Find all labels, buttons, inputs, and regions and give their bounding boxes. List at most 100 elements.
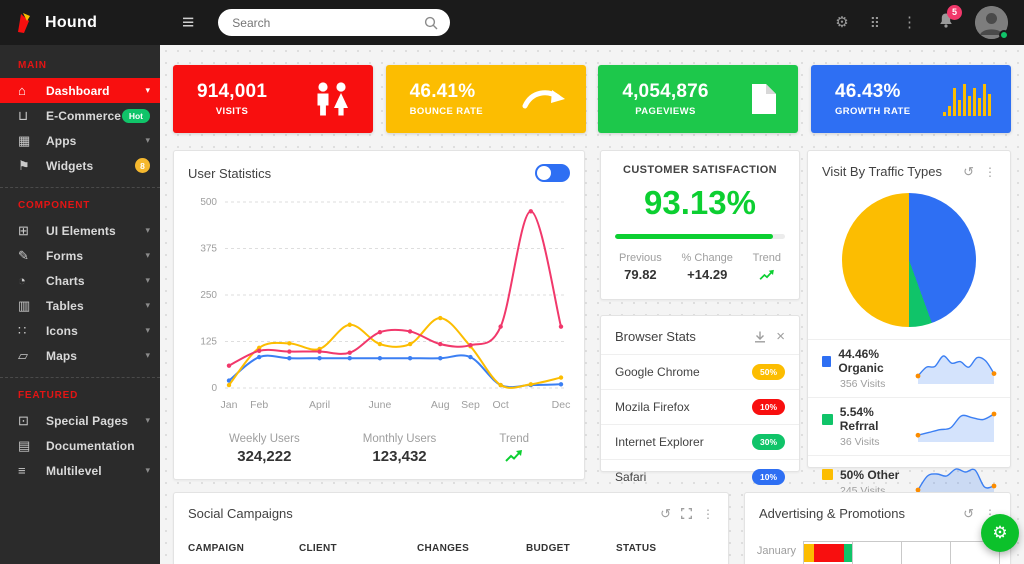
sidebar-item-ecommerce[interactable]: ⊔ E-Commerce Hot (0, 103, 160, 128)
share-badge: 10% (752, 469, 785, 485)
sidebar-item-ui-elements[interactable]: ⊞ UI Elements ▾ (0, 218, 160, 243)
settings-gear-icon[interactable]: ⚙ (835, 15, 848, 30)
levels-icon: ≡ (18, 463, 46, 478)
search-bar[interactable] (218, 9, 450, 36)
share-badge: 30% (752, 434, 785, 450)
search-icon[interactable] (424, 16, 438, 30)
divider (0, 187, 160, 188)
file-icon (750, 82, 778, 116)
notification-count-badge: 5 (947, 5, 962, 20)
chevron-down-icon: ▾ (145, 85, 150, 96)
sidebar-item-multilevel[interactable]: ≡ Multilevel ▾ (0, 458, 160, 483)
bar-chart-icon (943, 82, 991, 116)
refresh-icon[interactable]: ↺ (963, 165, 974, 178)
apps-launcher-icon[interactable]: ⠿ (870, 16, 881, 30)
browser-row-firefox[interactable]: Mozila Firefox 10% (601, 389, 799, 424)
brand-name: Hound (45, 14, 97, 32)
campaigns-table-header: CAMPAIGN CLIENT CHANGES BUDGET STATUS (174, 529, 728, 554)
map-icon: ▱ (18, 348, 46, 364)
customer-satisfaction-card: CUSTOMER SATISFACTION 93.13% Previous 79… (600, 150, 800, 300)
browser-row-safari[interactable]: Safari 10% (601, 459, 799, 494)
chevron-down-icon: ▾ (145, 465, 150, 476)
sidebar-item-widgets[interactable]: ⚑ Widgets 8 (0, 153, 160, 178)
kebab-menu-icon[interactable]: ⋮ (702, 508, 714, 520)
redo-arrow-icon (522, 86, 566, 112)
advertising-plot-area (803, 541, 1000, 564)
sidebar-item-dashboard[interactable]: ⌂ Dashboard ▾ (0, 78, 160, 103)
traffic-pie-chart (842, 193, 976, 327)
sidebar-item-maps[interactable]: ▱ Maps ▾ (0, 343, 160, 368)
kebab-menu-icon[interactable]: ⋮ (984, 166, 996, 178)
chevron-down-icon: ▾ (145, 325, 150, 336)
refresh-icon[interactable]: ↺ (660, 507, 671, 520)
stat-card-visits[interactable]: 914,001 VISITS (173, 65, 373, 133)
chevron-down-icon: ▾ (145, 300, 150, 311)
card-title: Advertising & Promotions (759, 506, 963, 521)
table-icon: ▥ (18, 298, 46, 314)
card-title: CUSTOMER SATISFACTION (615, 164, 785, 176)
toggle-knob (537, 166, 551, 180)
notifications-bell-icon[interactable]: 5 (938, 12, 954, 34)
chevron-down-icon: ▾ (145, 250, 150, 261)
sidebar-item-tables[interactable]: ▥ Tables ▾ (0, 293, 160, 318)
chevron-down-icon: ▾ (145, 415, 150, 426)
shopping-bag-icon: ⊔ (18, 108, 46, 124)
stat-cards-row: 914,001 VISITS 46.41% BOUNCE RATE 4,05 (173, 65, 1011, 133)
chevron-down-icon: ▾ (145, 225, 150, 236)
sparkline-chart (914, 408, 998, 446)
icons-icon: ∷ (18, 323, 46, 339)
sparkline-chart (914, 350, 998, 388)
sidebar-item-special-pages[interactable]: ⊡ Special Pages ▾ (0, 408, 160, 433)
fullscreen-icon: ⊡ (18, 413, 46, 429)
sidebar-item-apps[interactable]: ▦ Apps ▾ (0, 128, 160, 153)
user-statistics-toggle[interactable] (535, 164, 570, 182)
expand-icon[interactable] (681, 508, 692, 519)
ui-elements-icon: ⊞ (18, 223, 46, 239)
sidebar: MAIN ⌂ Dashboard ▾ ⊔ E-Commerce Hot ▦ Ap… (0, 45, 160, 564)
settings-fab[interactable]: ⚙ (981, 514, 1019, 552)
legend-row-organic[interactable]: 44.46% Organic 356 Visits (808, 339, 1010, 397)
dashboard-icon: ⌂ (18, 83, 46, 98)
social-campaigns-card: Social Campaigns ↺ ⋮ CAMPAIGN CLIENT CHA… (173, 492, 729, 564)
kebab-menu-icon[interactable]: ⋮ (902, 15, 917, 30)
people-icon (311, 81, 353, 117)
stat-card-bounce-rate[interactable]: 46.41% BOUNCE RATE (386, 65, 586, 133)
browser-row-chrome[interactable]: Google Chrome 50% (601, 354, 799, 389)
svg-text:Feb: Feb (250, 399, 268, 411)
stat-card-growth-rate[interactable]: 46.43% GROWTH RATE (811, 65, 1011, 133)
hound-logo-icon (14, 11, 36, 35)
satisfaction-progress-bar (615, 234, 785, 239)
sidebar-item-icons[interactable]: ∷ Icons ▾ (0, 318, 160, 343)
legend-row-refrral[interactable]: 5.54% Refrral 36 Visits (808, 397, 1010, 455)
user-avatar[interactable] (975, 6, 1008, 39)
divider (0, 377, 160, 378)
chevron-down-icon: ▾ (145, 135, 150, 146)
legend-swatch (822, 356, 831, 367)
svg-text:Aug: Aug (431, 399, 450, 411)
sidebar-item-charts[interactable]: ◔ Charts ▾ (0, 268, 160, 293)
trend-up-icon (759, 269, 775, 281)
user-statistics-footer: Weekly Users 324,222 Monthly Users 123,4… (174, 423, 584, 468)
hamburger-menu-icon[interactable]: ≡ (182, 12, 194, 33)
user-statistics-line-chart: 0125250375500JanFebAprilJuneAugSepOctDec (187, 190, 571, 418)
svg-text:April: April (309, 399, 330, 411)
card-title: User Statistics (188, 166, 535, 181)
gear-icon: ⚙ (992, 523, 1007, 543)
flag-icon: ⚑ (18, 158, 46, 174)
traffic-types-card: Visit By Traffic Types ↺ ⋮ 44.46% Organi… (807, 150, 1011, 468)
chevron-down-icon: ▾ (145, 275, 150, 286)
refresh-icon[interactable]: ↺ (963, 507, 974, 520)
pencil-icon: ✎ (18, 248, 46, 264)
download-icon[interactable] (754, 331, 766, 343)
category-label: January (745, 545, 803, 557)
legend-swatch (822, 414, 833, 425)
satisfaction-value: 93.13% (615, 184, 785, 222)
close-icon[interactable]: × (776, 329, 785, 344)
sidebar-item-documentation[interactable]: ▤ Documentation (0, 433, 160, 458)
browser-row-ie[interactable]: Internet Explorer 30% (601, 424, 799, 459)
sidebar-item-forms[interactable]: ✎ Forms ▾ (0, 243, 160, 268)
brand[interactable]: Hound (0, 11, 160, 35)
search-input[interactable] (232, 16, 424, 30)
svg-text:Oct: Oct (492, 399, 508, 411)
stat-card-pageviews[interactable]: 4,054,876 PAGEVIEWS (598, 65, 798, 133)
